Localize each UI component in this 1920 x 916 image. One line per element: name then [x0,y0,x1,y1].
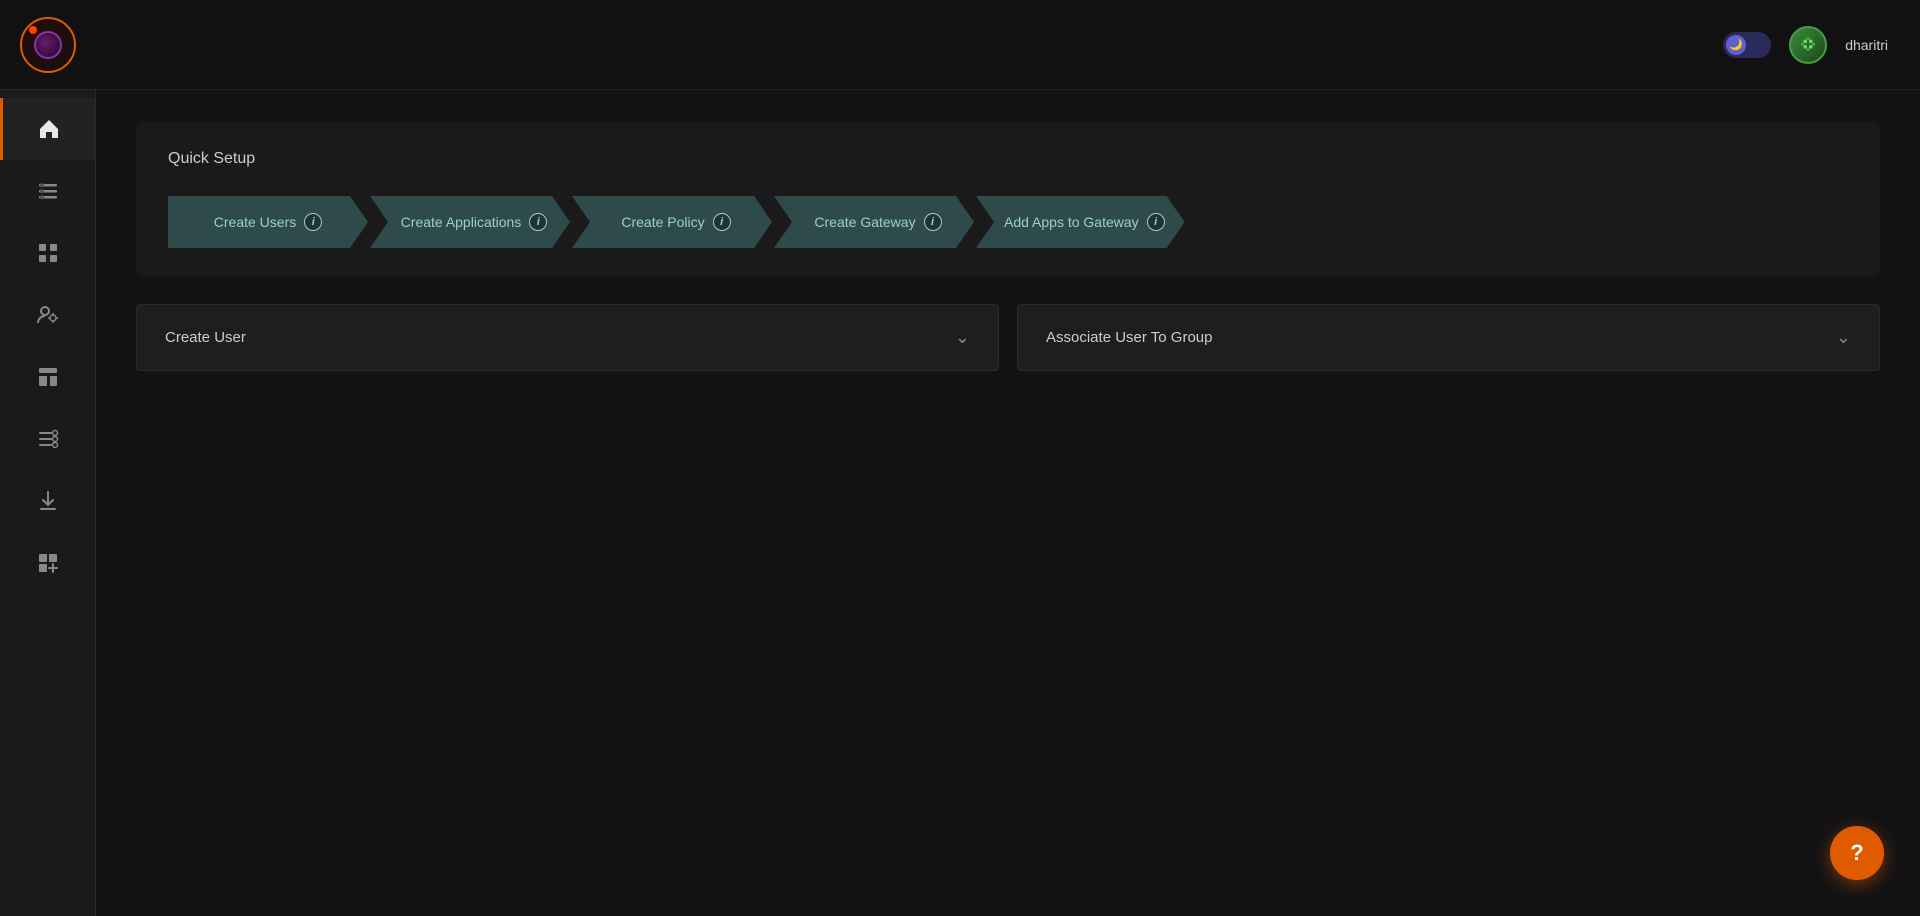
step-add-apps-to-gateway[interactable]: Add Apps to Gateway i [976,196,1185,248]
main-content: Quick Setup Create Users i Create Applic… [96,90,1920,916]
add-module-icon [36,551,60,575]
create-user-card-header[interactable]: Create User ⌄ [137,305,998,370]
help-icon: ? [1850,840,1863,866]
topbar: 🌙 dharitri [96,0,1920,90]
dark-mode-toggle[interactable]: 🌙 [1723,32,1771,58]
quick-setup-title: Quick Setup [168,150,1848,168]
app-logo[interactable] [0,0,96,90]
associate-user-card-title: Associate User To Group [1046,329,1212,346]
steps-container: Create Users i Create Applications i Cre… [168,196,1848,248]
step-create-users[interactable]: Create Users i [168,196,368,248]
create-user-card-title: Create User [165,329,246,346]
create-user-card-chevron: ⌄ [955,327,970,348]
step-create-gateway-label: Create Gateway [814,214,915,230]
create-user-card: Create User ⌄ [136,304,999,371]
sidebar-item-grid[interactable] [0,222,95,284]
sidebar [0,0,96,916]
sidebar-item-home[interactable] [0,98,95,160]
step-add-apps-to-gateway-info[interactable]: i [1147,213,1165,231]
step-create-policy-label: Create Policy [621,214,704,230]
help-button[interactable]: ? [1830,826,1884,880]
associate-user-card-header[interactable]: Associate User To Group ⌄ [1018,305,1879,370]
logo-dot [29,26,37,34]
sidebar-item-admin[interactable] [0,284,95,346]
admin-icon [35,302,61,328]
step-create-applications-info[interactable]: i [529,213,547,231]
home-icon [37,117,61,141]
user-avatar[interactable] [1789,26,1827,64]
moon-icon: 🌙 [1729,38,1743,51]
sidebar-item-users[interactable] [0,160,95,222]
associate-user-card: Associate User To Group ⌄ [1017,304,1880,371]
logo-inner [34,31,62,59]
toggle-knob: 🌙 [1726,35,1746,55]
sidebar-item-settings-list[interactable] [0,408,95,470]
settings-list-icon [36,427,60,451]
sidebar-item-layout[interactable] [0,346,95,408]
logo-circle [20,17,76,73]
step-add-apps-to-gateway-label: Add Apps to Gateway [1004,214,1139,230]
users-icon [36,179,60,203]
step-create-applications[interactable]: Create Applications i [370,196,570,248]
grid-icon [36,241,60,265]
step-create-policy[interactable]: Create Policy i [572,196,772,248]
step-create-gateway[interactable]: Create Gateway i [774,196,974,248]
sidebar-item-download[interactable] [0,470,95,532]
topbar-right: 🌙 dharitri [1723,26,1888,64]
download-icon [36,489,60,513]
sidebar-nav [0,90,95,594]
sidebar-item-add-module[interactable] [0,532,95,594]
step-create-users-info[interactable]: i [304,213,322,231]
cards-row: Create User ⌄ Associate User To Group ⌄ [136,304,1880,371]
username-label: dharitri [1845,37,1888,53]
step-create-policy-info[interactable]: i [713,213,731,231]
step-create-applications-label: Create Applications [401,214,522,230]
layout-icon [36,365,60,389]
step-create-users-label: Create Users [214,214,296,230]
step-create-gateway-info[interactable]: i [924,213,942,231]
associate-user-card-chevron: ⌄ [1836,327,1851,348]
quick-setup-section: Quick Setup Create Users i Create Applic… [136,122,1880,276]
